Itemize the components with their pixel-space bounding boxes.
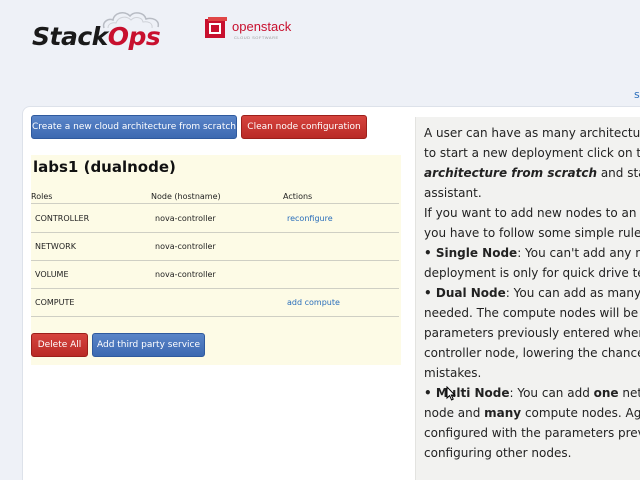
- column-header-node: Node (hostname): [151, 192, 221, 201]
- node-cell: nova-controller: [155, 214, 216, 223]
- help-text: A user can have as many architecture to …: [424, 123, 640, 463]
- table-row: COMPUTE add compute: [31, 288, 399, 316]
- openstack-wordmark: openstack: [232, 19, 292, 34]
- table-row: VOLUME nova-controller: [31, 260, 399, 288]
- role-cell: VOLUME: [35, 270, 69, 279]
- main-content: Create a new cloud architecture from scr…: [22, 106, 640, 480]
- role-cell: NETWORK: [35, 242, 76, 251]
- help-bullet: • Multi Node: You can add one netw: [424, 386, 640, 400]
- help-line: architecture from scratch and start: [424, 166, 640, 180]
- row-divider: [31, 316, 399, 317]
- openstack-cube-icon: [205, 17, 227, 38]
- openstack-tagline: CLOUD SOFTWARE: [234, 35, 279, 40]
- help-line: to start a new deployment click on the: [424, 146, 640, 160]
- add-third-party-service-button[interactable]: Add third party service: [92, 333, 205, 357]
- column-header-actions: Actions: [283, 192, 313, 201]
- help-line: mistakes.: [424, 366, 482, 380]
- node-cell: nova-controller: [155, 242, 216, 251]
- create-architecture-button[interactable]: Create a new cloud architecture from scr…: [31, 115, 237, 139]
- delete-all-button[interactable]: Delete All: [31, 333, 88, 357]
- help-line: controller node, lowering the chances: [424, 346, 640, 360]
- stackops-logo[interactable]: StackOps: [30, 10, 180, 56]
- openstack-logo[interactable]: openstack CLOUD SOFTWARE: [204, 16, 294, 42]
- node-cell: nova-controller: [155, 270, 216, 279]
- help-bullet: • Dual Node: You can add as many c: [424, 286, 640, 300]
- help-line: node and many compute nodes. Agai: [424, 406, 640, 420]
- column-header-roles: Roles: [31, 192, 53, 201]
- role-cell: CONTROLLER: [35, 214, 90, 223]
- page-header: StackOps openstack CLOUD SOFTWARE s: [0, 0, 640, 106]
- mouse-pointer-icon: [446, 386, 456, 401]
- help-line: parameters previously entered when c: [424, 326, 640, 340]
- help-line: deployment is only for quick drive test: [424, 266, 640, 280]
- add-compute-link[interactable]: add compute: [287, 298, 340, 307]
- reconfigure-link[interactable]: reconfigure: [287, 214, 333, 223]
- header-edge-link[interactable]: s: [634, 88, 640, 101]
- help-line: needed. The compute nodes will be co: [424, 306, 640, 320]
- help-line: A user can have as many architecture: [424, 126, 640, 140]
- table-row: CONTROLLER nova-controller reconfigure: [31, 204, 399, 232]
- clean-node-configuration-button[interactable]: Clean node configuration: [241, 115, 367, 139]
- help-line: configured with the parameters previo: [424, 426, 640, 440]
- help-line: configuring other nodes.: [424, 446, 572, 460]
- help-bullet: • Single Node: You can't add any mo: [424, 246, 640, 260]
- role-cell: COMPUTE: [35, 298, 75, 307]
- help-line: assistant.: [424, 186, 482, 200]
- stackops-wordmark: StackOps: [32, 22, 161, 51]
- help-line: If you want to add new nodes to an exi: [424, 206, 640, 220]
- help-line: you have to follow some simple rules:: [424, 226, 640, 240]
- architecture-panel: labs1 (dualnode) Roles Node (hostname) A…: [31, 155, 401, 365]
- table-row: NETWORK nova-controller: [31, 232, 399, 260]
- architecture-title: labs1 (dualnode): [33, 158, 176, 176]
- help-panel: A user can have as many architecture to …: [415, 117, 640, 480]
